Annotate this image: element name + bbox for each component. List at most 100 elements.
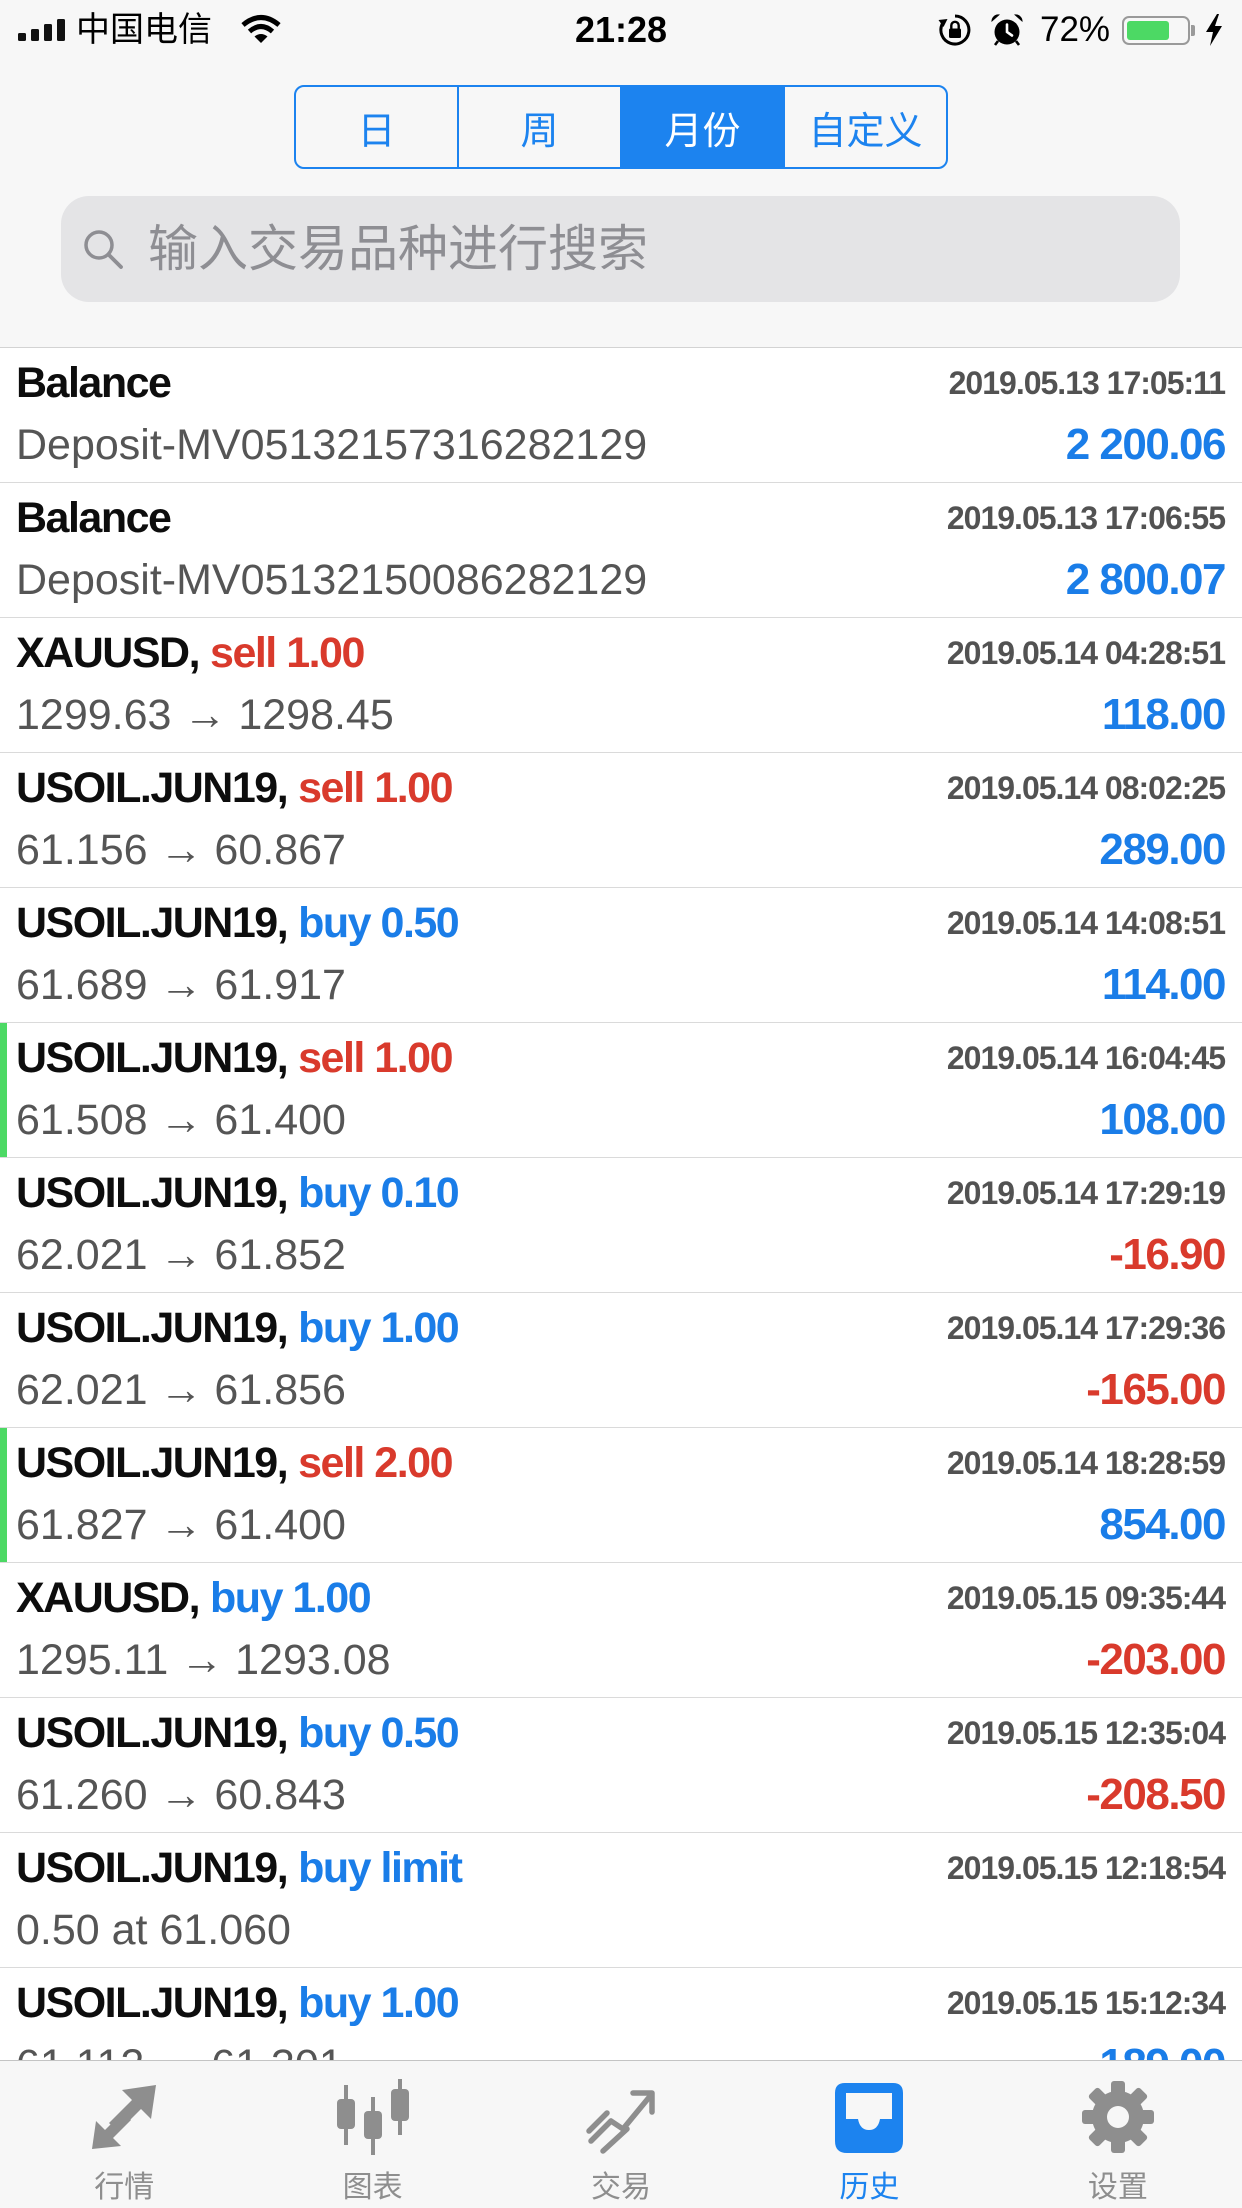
symbol-label: XAUUSD, bbox=[16, 1574, 201, 1622]
tab-settings[interactable]: 设置 bbox=[994, 2061, 1242, 2208]
charging-icon bbox=[1206, 14, 1222, 46]
row-title: XAUUSD, sell 1.00 bbox=[16, 623, 365, 683]
tab-label: 图表 bbox=[342, 2171, 403, 2204]
row-title: USOIL.JUN19, buy 1.00 bbox=[16, 1973, 460, 2033]
order-type-label: sell 1.00 bbox=[298, 764, 453, 812]
history-row[interactable]: Balance 2019.05.13 17:05:11 Deposit-MV0513… bbox=[0, 348, 1242, 483]
tab-trade[interactable]: 交易 bbox=[497, 2061, 745, 2208]
row-title: USOIL.JUN19, sell 2.00 bbox=[16, 1433, 454, 1493]
period-tab-month[interactable]: 月份 bbox=[620, 87, 783, 167]
tab-label: 行情 bbox=[94, 2171, 155, 2204]
search-input[interactable] bbox=[148, 196, 1158, 302]
symbol-label: USOIL.JUN19, bbox=[16, 1979, 289, 2027]
tab-label: 设置 bbox=[1087, 2171, 1148, 2204]
order-type-label: buy limit bbox=[298, 1844, 463, 1892]
symbol-label: Balance bbox=[16, 494, 172, 542]
deal-time: 2019.05.13 17:05:11 bbox=[948, 365, 1226, 401]
profit-value: 2 200.06 bbox=[1065, 420, 1227, 469]
tab-label: 交易 bbox=[591, 2171, 652, 2204]
period-tab-custom[interactable]: 自定义 bbox=[783, 87, 946, 167]
history-row[interactable]: XAUUSD, sell 1.00 2019.05.14 04:28:51 1299.… bbox=[0, 618, 1242, 753]
quotes-icon bbox=[92, 2085, 157, 2149]
symbol-label: XAUUSD, bbox=[16, 629, 201, 677]
header: 中国电信 21:28 72% 日 周 月份 自定义 输入交易品种进行搜索 bbox=[0, 0, 1242, 348]
row-title: USOIL.JUN19, sell 1.00 bbox=[16, 758, 454, 818]
deal-time: 2019.05.14 14:08:51 bbox=[946, 905, 1226, 941]
row-title: USOIL.JUN19, buy 1.00 bbox=[16, 1298, 460, 1358]
battery-nub bbox=[1191, 25, 1195, 36]
deal-detail: 61.689 → 61.917 bbox=[16, 961, 346, 1009]
symbol-label: USOIL.JUN19, bbox=[16, 1439, 289, 1487]
rotation-lock-icon bbox=[938, 14, 971, 46]
symbol-label: USOIL.JUN19, bbox=[16, 764, 289, 812]
symbol-label: USOIL.JUN19, bbox=[16, 1304, 289, 1352]
alarm-icon bbox=[991, 14, 1023, 46]
history-row[interactable]: Balance 2019.05.13 17:06:55 Deposit-MV0513… bbox=[0, 483, 1242, 618]
marked-indicator bbox=[0, 1023, 7, 1157]
battery-percent: 72% bbox=[1040, 10, 1111, 49]
history-row[interactable]: USOIL.JUN19, buy 1.00 2019.05.14 17:29:36 6… bbox=[0, 1293, 1242, 1428]
row-title: USOIL.JUN19, buy 0.10 bbox=[16, 1163, 460, 1223]
deal-time: 2019.05.15 09:35:44 bbox=[946, 1580, 1226, 1616]
order-type-label: sell 2.00 bbox=[298, 1439, 453, 1487]
history-list[interactable]: Balance 2019.05.13 17:05:11 Deposit-MV0513… bbox=[0, 348, 1242, 2060]
order-type-label: buy 0.10 bbox=[298, 1169, 460, 1217]
deal-time: 2019.05.14 17:29:36 bbox=[946, 1310, 1226, 1346]
deal-time: 2019.05.14 08:02:25 bbox=[946, 770, 1226, 806]
period-tab-day[interactable]: 日 bbox=[296, 87, 457, 167]
profit-value: -208.50 bbox=[1086, 1770, 1226, 1819]
deal-time: 2019.05.14 17:29:19 bbox=[946, 1175, 1226, 1211]
profit-value: -203.00 bbox=[1086, 1635, 1226, 1684]
marked-indicator bbox=[0, 1428, 7, 1562]
deal-time: 2019.05.14 04:28:51 bbox=[946, 635, 1226, 671]
profit-value: 2 800.07 bbox=[1065, 555, 1227, 604]
tab-chart[interactable]: 图表 bbox=[248, 2061, 496, 2208]
deal-detail: 1295.11 → 1293.08 bbox=[16, 1636, 391, 1684]
deal-detail: 0.50 at 61.060 bbox=[16, 1906, 291, 1954]
tab-quotes[interactable]: 行情 bbox=[0, 2061, 248, 2208]
history-row[interactable]: USOIL.JUN19, buy 0.50 2019.05.15 12:35:04 6… bbox=[0, 1698, 1242, 1833]
deal-time: 2019.05.14 18:28:59 bbox=[946, 1445, 1226, 1481]
history-row[interactable]: XAUUSD, buy 1.00 2019.05.15 09:35:44 1295.1… bbox=[0, 1563, 1242, 1698]
search-icon bbox=[84, 230, 123, 269]
profit-value: 289.00 bbox=[1099, 825, 1226, 874]
profit-value: -16.90 bbox=[1109, 1230, 1226, 1279]
symbol-label: USOIL.JUN19, bbox=[16, 1844, 289, 1892]
order-type-label: sell 1.00 bbox=[298, 1034, 453, 1082]
period-tab-week[interactable]: 周 bbox=[457, 87, 620, 167]
tab-label: 历史 bbox=[839, 2171, 900, 2204]
tab-history[interactable]: 历史 bbox=[745, 2061, 993, 2208]
history-row[interactable]: USOIL.JUN19, buy 0.50 2019.05.14 14:08:51 6… bbox=[0, 888, 1242, 1023]
profit-value: 108.00 bbox=[1099, 1095, 1226, 1144]
deal-time: 2019.05.13 17:06:55 bbox=[946, 500, 1226, 536]
history-row[interactable]: USOIL.JUN19, buy limit 2019.05.15 12:18:54… bbox=[0, 1833, 1242, 1968]
symbol-label: USOIL.JUN19, bbox=[16, 1169, 289, 1217]
history-row[interactable]: USOIL.JUN19, sell 1.00 2019.05.14 08:02:25… bbox=[0, 753, 1242, 888]
symbol-label: USOIL.JUN19, bbox=[16, 1709, 289, 1757]
battery-icon bbox=[1122, 16, 1190, 45]
row-title: Balance bbox=[16, 353, 172, 413]
trade-icon bbox=[586, 2090, 655, 2154]
profit-value: 854.00 bbox=[1099, 1500, 1226, 1549]
history-row[interactable]: USOIL.JUN19, buy 0.10 2019.05.14 17:29:19 6… bbox=[0, 1158, 1242, 1293]
profit-value: 118.00 bbox=[1101, 690, 1227, 739]
profit-value: 114.00 bbox=[1101, 960, 1227, 1009]
history-row[interactable]: USOIL.JUN19,buy 1.00 2019.05.15 15:12:34 6… bbox=[0, 1968, 1242, 2060]
row-title: USOIL.JUN19, buy 0.50 bbox=[16, 1703, 460, 1763]
history-row[interactable]: USOIL.JUN19, sell 1.00 2019.05.14 16:04:45… bbox=[0, 1023, 1242, 1158]
deal-detail: 62.021 → 61.856 bbox=[16, 1366, 346, 1414]
search-bar[interactable] bbox=[61, 196, 1180, 302]
symbol-label: Balance bbox=[16, 359, 172, 407]
row-title: Balance bbox=[16, 488, 172, 548]
deal-detail: 61.827 → 61.400 bbox=[16, 1501, 346, 1549]
deal-detail: Deposit-MV05132150086282129 bbox=[16, 556, 648, 604]
symbol-label: USOIL.JUN19, bbox=[16, 1034, 289, 1082]
deal-detail: Deposit-MV05132157316282129 bbox=[16, 421, 648, 469]
history-icon bbox=[835, 2083, 904, 2153]
deal-time: 2019.05.15 12:35:04 bbox=[946, 1715, 1226, 1751]
order-type-label: buy 1.00 bbox=[298, 1304, 460, 1352]
deal-time: 2019.05.15 12:18:54 bbox=[946, 1850, 1226, 1886]
history-row[interactable]: USOIL.JUN19, sell 2.00 2019.05.14 18:28:59… bbox=[0, 1428, 1242, 1563]
profit-value: -165.00 bbox=[1086, 1365, 1226, 1414]
period-selector: 日 周 月份 自定义 bbox=[294, 85, 948, 169]
